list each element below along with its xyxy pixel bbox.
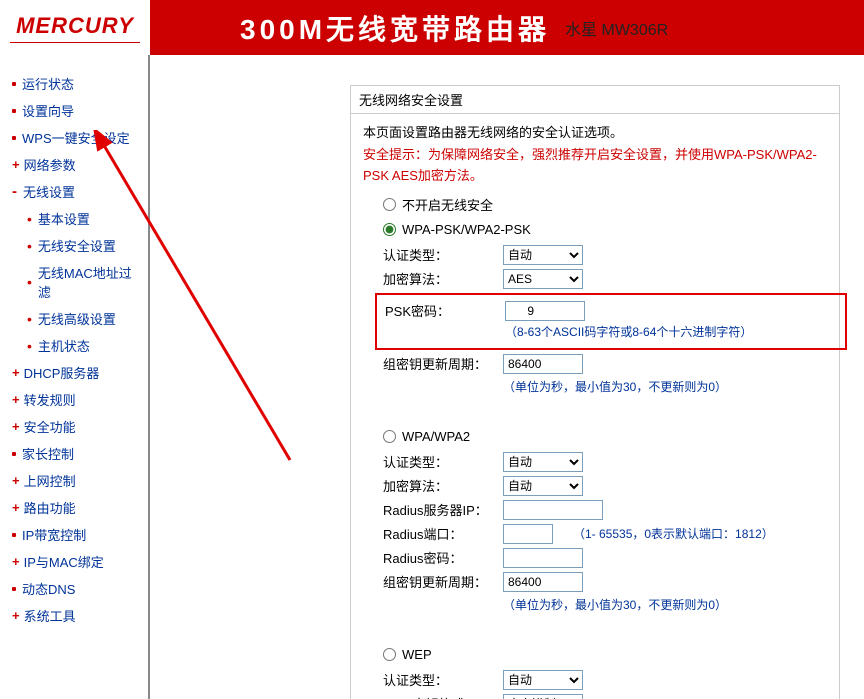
auth-label: 认证类型： <box>383 245 503 264</box>
main-content: 无线网络安全设置 本页面设置路由器无线网络的安全认证选项。 安全提示：为保障网络… <box>150 55 864 699</box>
intro-text: 本页面设置路由器无线网络的安全认证选项。 <box>363 122 827 141</box>
radio-wpa-label: WPA/WPA2 <box>402 429 470 444</box>
sidebar-item-status[interactable]: 运行状态 <box>10 70 143 97</box>
radio-wpa[interactable] <box>383 430 396 443</box>
sidebar-item-macfilter[interactable]: 无线MAC地址过滤 <box>25 259 143 305</box>
wpa-auth-label: 认证类型： <box>383 452 503 471</box>
wep-auth-select[interactable]: 自动 <box>503 670 583 690</box>
radio-off[interactable] <box>383 198 396 211</box>
sidebar-item-security[interactable]: 无线安全设置 <box>25 232 143 259</box>
radius-port-hint: （1- 65535，0表示默认端口：1812） <box>573 525 774 542</box>
sidebar-item-dhcp[interactable]: DHCP服务器 <box>10 359 143 386</box>
panel-title: 无线网络安全设置 <box>350 85 840 114</box>
header-subtitle: 水星 MW306R <box>565 16 668 40</box>
psk-highlight-box: PSK密码： （8-63个ASCII码字符或8-64个十六进制字符） <box>375 293 847 350</box>
sidebar-item-hoststatus[interactable]: 主机状态 <box>25 332 143 359</box>
panel-body: 本页面设置路由器无线网络的安全认证选项。 安全提示：为保障网络安全，强烈推荐开启… <box>350 114 840 699</box>
sidebar-item-forward[interactable]: 转发规则 <box>10 386 143 413</box>
psk-hint: （8-63个ASCII码字符或8-64个十六进制字符） <box>379 323 843 340</box>
wep-auth-label: 认证类型： <box>383 670 503 689</box>
wpa-auth-select[interactable]: 自动 <box>503 452 583 472</box>
sidebar-item-network[interactable]: 网络参数 <box>10 151 143 178</box>
radio-off-label: 不开启无线安全 <box>402 195 493 214</box>
radio-wpapsk-label: WPA-PSK/WPA2-PSK <box>402 222 531 237</box>
sidebar-item-security-func[interactable]: 安全功能 <box>10 413 143 440</box>
radius-port-input[interactable] <box>503 524 553 544</box>
gk-label: 组密钥更新周期： <box>383 354 503 373</box>
logo-area: MERCURY <box>0 0 150 55</box>
wpa-enc-select[interactable]: 自动 <box>503 476 583 496</box>
sidebar-item-advanced[interactable]: 无线高级设置 <box>25 305 143 332</box>
psk-label: PSK密码： <box>385 301 505 320</box>
header: MERCURY 300M无线宽带路由器 水星 MW306R <box>0 0 864 55</box>
radio-wep[interactable] <box>383 648 396 661</box>
wpa-gk-input[interactable] <box>503 572 583 592</box>
logo: MERCURY <box>16 13 134 39</box>
auth-select[interactable]: 自动 <box>503 245 583 265</box>
warning-text: 安全提示：为保障网络安全，强烈推荐开启安全设置，并使用WPA-PSK/WPA2-… <box>363 145 827 187</box>
wep-fmt-select[interactable]: 十六进制 <box>503 694 583 699</box>
sidebar-item-parental[interactable]: 家长控制 <box>10 440 143 467</box>
radius-ip-input[interactable] <box>503 500 603 520</box>
wep-fmt-label: WEP密钥格式： <box>383 694 503 699</box>
sidebar-item-ddns[interactable]: 动态DNS <box>10 575 143 602</box>
psk-input[interactable] <box>505 301 585 321</box>
sidebar-item-ipmac[interactable]: IP与MAC绑定 <box>10 548 143 575</box>
radius-pwd-label: Radius密码： <box>383 548 503 567</box>
radius-ip-label: Radius服务器IP： <box>383 500 503 519</box>
wpa-enc-label: 加密算法： <box>383 476 503 495</box>
gk-hint: （单位为秒，最小值为30，不更新则为0） <box>383 378 827 395</box>
gk-input[interactable] <box>503 354 583 374</box>
sidebar-item-routing[interactable]: 路由功能 <box>10 494 143 521</box>
sidebar-item-wps[interactable]: WPS一键安全设定 <box>10 124 143 151</box>
wpa-gk-label: 组密钥更新周期： <box>383 572 503 591</box>
logo-underline <box>10 42 140 43</box>
sidebar-item-systools[interactable]: 系统工具 <box>10 602 143 629</box>
enc-select[interactable]: AES <box>503 269 583 289</box>
sidebar-item-wireless[interactable]: 无线设置 <box>10 178 143 205</box>
radio-wep-label: WEP <box>402 647 432 662</box>
sidebar-item-basic[interactable]: 基本设置 <box>25 205 143 232</box>
sidebar: 运行状态 设置向导 WPS一键安全设定 网络参数 无线设置 基本设置 无线安全设… <box>0 55 150 699</box>
header-title: 300M无线宽带路由器 <box>240 8 550 48</box>
radius-pwd-input[interactable] <box>503 548 583 568</box>
enc-label: 加密算法： <box>383 269 503 288</box>
sidebar-item-access[interactable]: 上网控制 <box>10 467 143 494</box>
sidebar-item-bandwidth[interactable]: IP带宽控制 <box>10 521 143 548</box>
radius-port-label: Radius端口： <box>383 524 503 543</box>
radio-wpapsk[interactable] <box>383 223 396 236</box>
wpa-gk-hint: （单位为秒，最小值为30，不更新则为0） <box>383 596 827 613</box>
sidebar-item-wizard[interactable]: 设置向导 <box>10 97 143 124</box>
